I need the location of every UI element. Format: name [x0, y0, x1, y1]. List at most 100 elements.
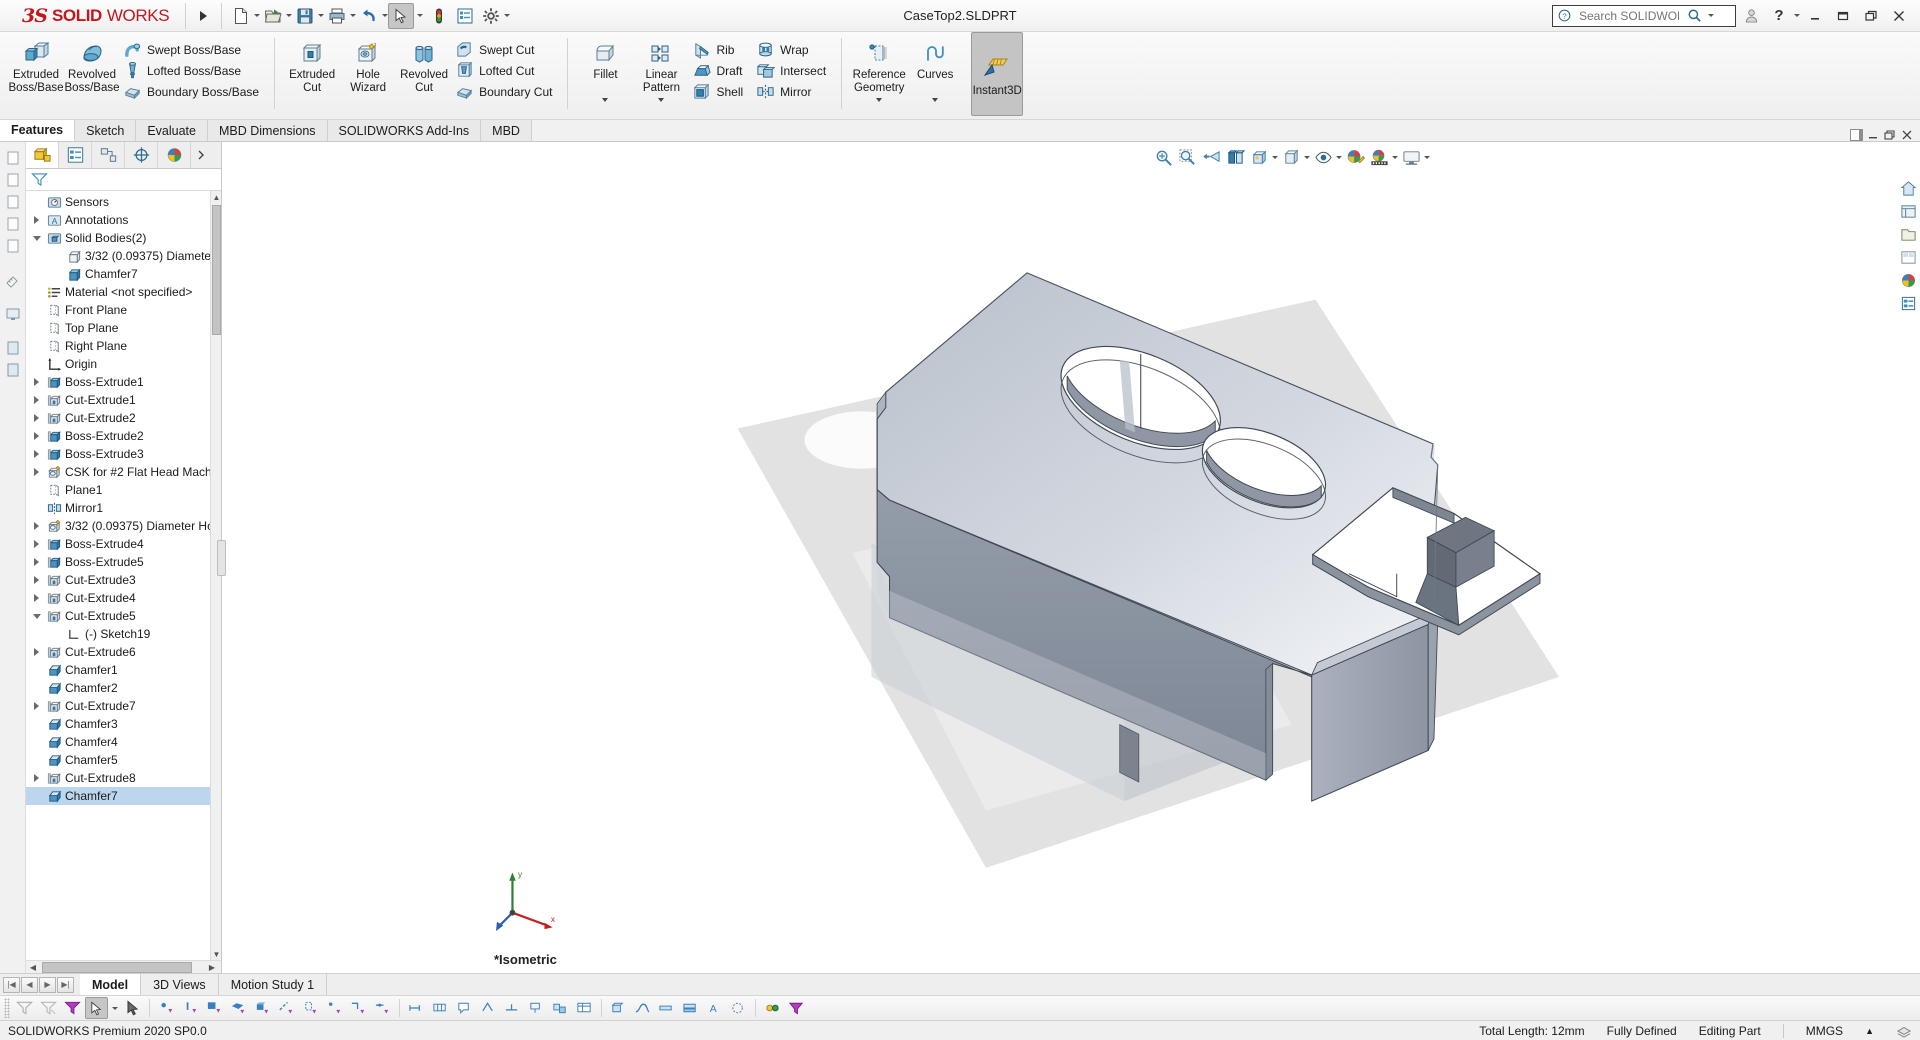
tree-node[interactable]: Top Plane: [26, 319, 221, 337]
home-icon[interactable]: [1898, 178, 1918, 198]
design-library-icon[interactable]: [1898, 201, 1918, 221]
tree-node[interactable]: Front Plane: [26, 301, 221, 319]
part-model-3d[interactable]: [222, 142, 1920, 973]
minimize-button[interactable]: [1802, 4, 1828, 28]
tree-node[interactable]: Chamfer7: [26, 787, 221, 805]
section-view-button[interactable]: [1224, 146, 1246, 168]
tree-node[interactable]: Chamfer7: [26, 265, 221, 283]
tab-solidworks-addins[interactable]: SOLIDWORKS Add-Ins: [327, 120, 482, 141]
filter-faces-button[interactable]: [203, 997, 226, 1019]
tree-hscroll-thumb[interactable]: [42, 962, 192, 973]
file-explorer-icon[interactable]: [1898, 224, 1918, 244]
tree-node[interactable]: Chamfer3: [26, 715, 221, 733]
filter-blocks-button[interactable]: [549, 997, 572, 1019]
tree-node[interactable]: Chamfer4: [26, 733, 221, 751]
tree-node[interactable]: Chamfer1: [26, 661, 221, 679]
layers-icon[interactable]: [1896, 1024, 1912, 1038]
filter-planes-button[interactable]: [299, 997, 322, 1019]
display-manager-tab[interactable]: [158, 142, 191, 168]
filter-weld-button[interactable]: [501, 997, 524, 1019]
select-other-button[interactable]: [121, 997, 144, 1019]
hole-wizard-button[interactable]: Hole Wizard: [340, 36, 396, 95]
filter-cosmetic-button[interactable]: [727, 997, 750, 1019]
filter-components-button[interactable]: [607, 997, 630, 1019]
reference-geometry-button[interactable]: Reference Geometry: [851, 36, 907, 95]
panel-splitter-handle[interactable]: [217, 539, 226, 576]
tree-node[interactable]: A Annotations: [26, 211, 221, 229]
extruded-boss-base-button[interactable]: Extruded Boss/Base: [8, 36, 64, 95]
tree-node[interactable]: Cut-Extrude1: [26, 391, 221, 409]
filter-weldments-button[interactable]: [655, 997, 678, 1019]
filter-routing-button[interactable]: [631, 997, 654, 1019]
next-tab-button[interactable]: ▶: [39, 976, 56, 993]
filter-edges-button[interactable]: [179, 997, 202, 1019]
rail-display-icon[interactable]: [3, 304, 23, 324]
select-tool-dropdown[interactable]: [414, 3, 426, 29]
bottom-tab-3d-views[interactable]: 3D Views: [141, 974, 219, 995]
rail-save-icon[interactable]: [3, 192, 23, 212]
help-dropdown-icon[interactable]: [1794, 14, 1800, 17]
revolved-boss-base-button[interactable]: Revolved Boss/Base: [64, 36, 120, 95]
tree-expand-toggle-icon[interactable]: [30, 558, 43, 566]
filter-surface-finish-button[interactable]: [477, 997, 500, 1019]
search-icon[interactable]: [1687, 8, 1702, 23]
boundary-boss-base-button[interactable]: Boundary Boss/Base: [120, 81, 265, 102]
units-dropdown-caret[interactable]: ▲: [1865, 1026, 1874, 1036]
options-dropdown[interactable]: [504, 14, 511, 17]
first-tab-button[interactable]: |◀: [3, 976, 20, 993]
tree-node[interactable]: (-) Sketch19: [26, 625, 221, 643]
tree-node[interactable]: Chamfer2: [26, 679, 221, 697]
filter-gtol-button[interactable]: [429, 997, 452, 1019]
view-palette-icon[interactable]: [1898, 247, 1918, 267]
tree-expand-toggle-icon[interactable]: [30, 216, 43, 224]
tree-expand-toggle-icon[interactable]: [30, 540, 43, 548]
tree-node[interactable]: Boss-Extrude4: [26, 535, 221, 553]
tab-mbd-dimensions[interactable]: MBD Dimensions: [207, 120, 328, 141]
wrap-button[interactable]: Wrap: [753, 39, 832, 60]
undo-button[interactable]: [356, 3, 382, 29]
filter-custom-button[interactable]: [761, 997, 784, 1019]
boundary-cut-button[interactable]: Boundary Cut: [452, 81, 558, 102]
tree-node[interactable]: Boss-Extrude3: [26, 445, 221, 463]
tree-node[interactable]: Cut-Extrude4: [26, 589, 221, 607]
new-document-button[interactable]: [228, 3, 254, 29]
tree-node[interactable]: Chamfer5: [26, 751, 221, 769]
tree-expand-toggle-icon[interactable]: [30, 522, 43, 530]
tree-hscroll-right[interactable]: ▶: [205, 963, 219, 972]
filter-toggle-button[interactable]: [37, 997, 60, 1019]
tree-expand-toggle-icon[interactable]: [30, 468, 43, 476]
tree-node[interactable]: Cut-Extrude5: [26, 607, 221, 625]
toolbar-grip[interactable]: [4, 998, 10, 1018]
linear-pattern-button[interactable]: Linear Pattern: [633, 36, 689, 95]
filter-mold-button[interactable]: [679, 997, 702, 1019]
view-settings-button[interactable]: [1400, 146, 1422, 168]
tree-node[interactable]: Boss-Extrude5: [26, 553, 221, 571]
curves-button[interactable]: Curves: [907, 36, 963, 95]
lofted-cut-button[interactable]: Lofted Cut: [452, 60, 558, 81]
rail-measure-icon[interactable]: [3, 270, 23, 290]
tree-node[interactable]: Cut-Extrude6: [26, 643, 221, 661]
tree-collapse-toggle-icon[interactable]: [30, 613, 43, 619]
fillet-button[interactable]: Fillet: [577, 36, 633, 95]
tree-node[interactable]: Sensors: [26, 193, 221, 211]
fillet-dropdown[interactable]: [577, 96, 633, 104]
tree-filter-row[interactable]: [26, 169, 221, 191]
custom-properties-icon[interactable]: [1898, 293, 1918, 313]
rail-print-icon[interactable]: [3, 214, 23, 234]
menu-expand-icon[interactable]: [200, 10, 208, 21]
edit-appearance-button[interactable]: [1344, 146, 1366, 168]
feature-tree[interactable]: Sensors A Annotations Solid Bodies(2) 3/32 (…: [26, 191, 221, 960]
bottom-tab-motion-study[interactable]: Motion Study 1: [219, 974, 328, 995]
filter-surface-bodies-button[interactable]: [227, 997, 250, 1019]
tree-node[interactable]: Mirror1: [26, 499, 221, 517]
tree-expand-toggle-icon[interactable]: [30, 594, 43, 602]
rail-new-part-icon[interactable]: [3, 148, 23, 168]
filter-datum-button[interactable]: [525, 997, 548, 1019]
tree-expand-toggle-icon[interactable]: [30, 396, 43, 404]
filter-axes-button[interactable]: [323, 997, 346, 1019]
units-label[interactable]: MMGS: [1806, 1024, 1843, 1038]
previous-view-button[interactable]: [1200, 146, 1222, 168]
rebuild-button[interactable]: [426, 3, 452, 29]
filter-annotations-button[interactable]: A: [703, 997, 726, 1019]
rail-sketch-icon[interactable]: [3, 236, 23, 256]
